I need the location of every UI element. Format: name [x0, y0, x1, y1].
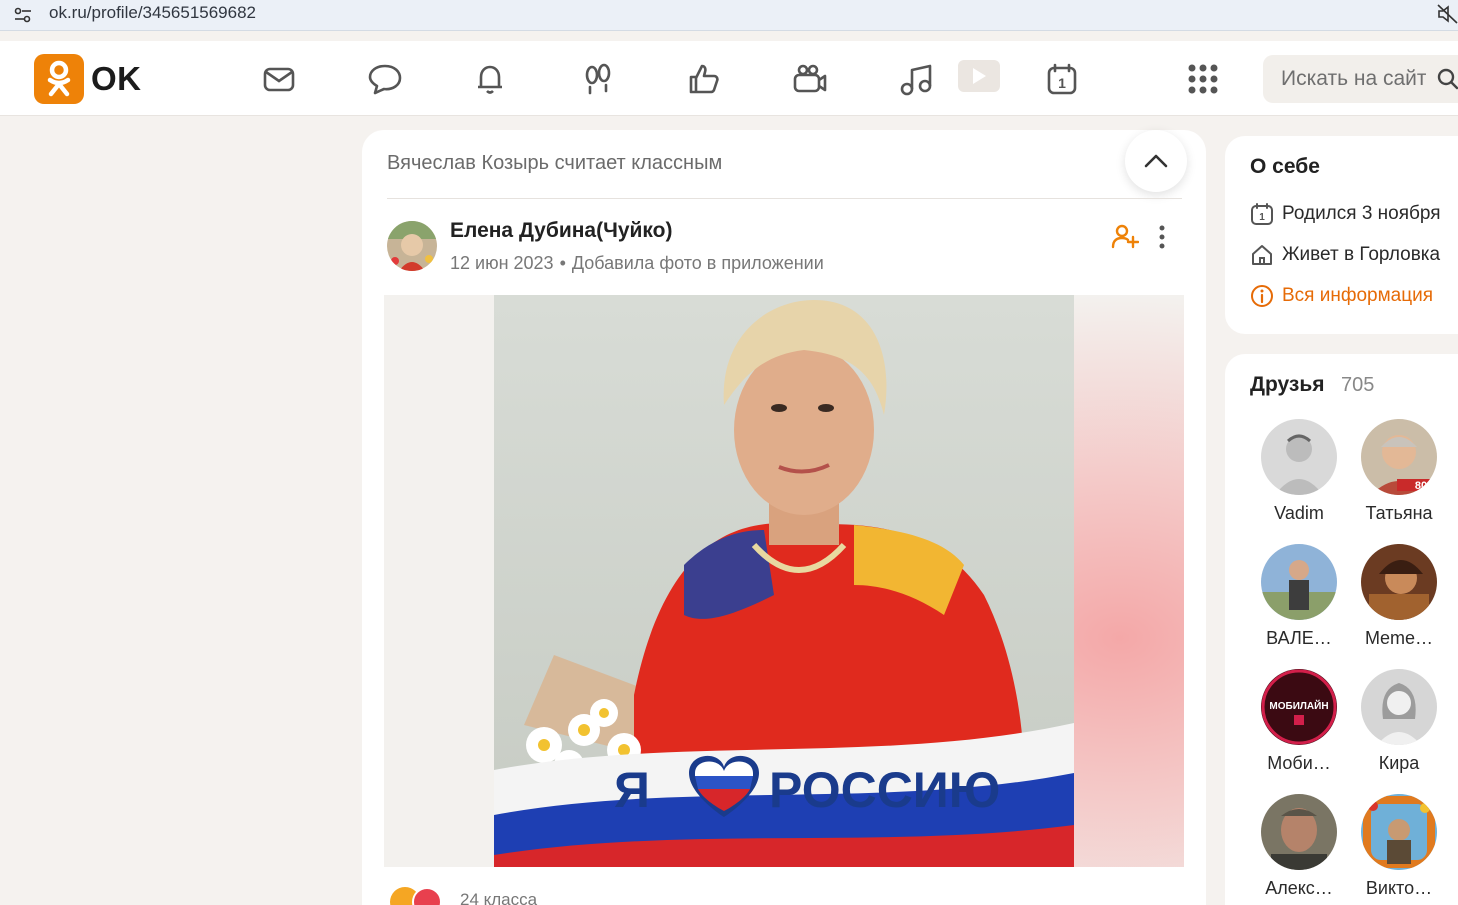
- ok-logo[interactable]: [34, 54, 84, 104]
- post-author-name[interactable]: Елена Дубина(Чуйко): [450, 219, 672, 243]
- author-avatar-image: [387, 221, 437, 271]
- search-input[interactable]: [1281, 64, 1426, 94]
- feed-post-card: Вячеслав Козырь считает классным Елена Д…: [362, 130, 1206, 905]
- play-icon: [973, 68, 986, 84]
- friends-card: Друзья 705 Vadim 80 Татьяна ВАЛЕ… Meme… …: [1225, 354, 1458, 905]
- browser-address-bar[interactable]: ok.ru/profile/345651569682: [0, 0, 1458, 31]
- calendar-icon: 1: [1047, 63, 1077, 95]
- nav-music[interactable]: [896, 59, 936, 99]
- site-settings-icon[interactable]: [14, 7, 32, 23]
- friend-name: ВАЛЕ…: [1266, 628, 1332, 648]
- about-calendar-day: 1: [1259, 212, 1265, 223]
- about-birthday-row: 1 Родился 3 ноября: [1250, 201, 1441, 227]
- heart-reaction-icon: [412, 887, 442, 905]
- friend-badge: 80: [1415, 480, 1427, 492]
- post-photo[interactable]: Я РОССИЮ: [384, 295, 1184, 867]
- guests-icon: [585, 63, 611, 95]
- friend-name: Викто…: [1365, 878, 1433, 898]
- logo-text[interactable]: OK: [91, 60, 142, 98]
- about-all-info-link[interactable]: Вся информация: [1250, 283, 1433, 309]
- apps-grid-icon: [1188, 64, 1218, 94]
- friend-name: Кира: [1378, 753, 1420, 773]
- liked-by-text[interactable]: Вячеслав Козырь считает классным: [387, 152, 722, 175]
- about-birthday: Родился 3 ноября: [1282, 203, 1441, 224]
- collapse-button[interactable]: [1125, 130, 1187, 192]
- mail-icon: [263, 67, 295, 92]
- friend-avatar: МОБИЛАЙН: [1261, 669, 1337, 745]
- friend-item[interactable]: Кира: [1351, 669, 1447, 774]
- about-title: О себе: [1250, 155, 1320, 178]
- post-date[interactable]: 12 июн 2023: [450, 253, 554, 273]
- calendar-icon: 1: [1251, 203, 1273, 225]
- friend-item[interactable]: ВАЛЕ…: [1251, 544, 1347, 649]
- friend-item[interactable]: Vadim: [1251, 419, 1347, 524]
- nav-video[interactable]: [790, 59, 830, 99]
- url-text[interactable]: ok.ru/profile/345651569682: [49, 3, 256, 23]
- photo-caption-left: Я: [614, 762, 650, 818]
- bell-icon: [478, 65, 502, 94]
- friend-avatar: [1361, 544, 1437, 620]
- home-icon: [1252, 245, 1272, 265]
- friend-item[interactable]: Алекс…: [1251, 794, 1347, 899]
- about-location: Живет в Горловка: [1282, 244, 1441, 265]
- friend-item[interactable]: 80 Татьяна: [1351, 419, 1447, 524]
- friend-item[interactable]: МОБИЛАЙН Моби…: [1251, 669, 1347, 774]
- post-meta: 12 июн 2023 • Добавила фото в приложении: [450, 253, 824, 274]
- info-icon: [1251, 285, 1273, 307]
- nav-live-video[interactable]: [958, 60, 1000, 92]
- about-location-row: Живет в Горловка: [1250, 242, 1440, 268]
- search-box[interactable]: [1263, 55, 1458, 103]
- music-icon: [900, 64, 932, 96]
- nav-guests[interactable]: [578, 59, 618, 99]
- photo-caption-right: РОССИЮ: [769, 762, 1000, 818]
- nav-messages[interactable]: [259, 59, 299, 99]
- friend-item[interactable]: Meme…: [1351, 544, 1447, 649]
- ok-logo-icon: [47, 60, 71, 97]
- more-options-icon[interactable]: [1152, 223, 1172, 251]
- chat-icon: [368, 64, 402, 95]
- friends-title[interactable]: Друзья: [1250, 373, 1325, 397]
- chevron-up-icon: [1144, 154, 1168, 168]
- nav-discussions[interactable]: [365, 59, 405, 99]
- friend-avatar: [1261, 544, 1337, 620]
- friend-name: Meme…: [1364, 628, 1433, 648]
- reactions-count[interactable]: 24 класса: [460, 890, 537, 905]
- nav-events[interactable]: [684, 59, 724, 99]
- friend-avatar: [1261, 419, 1337, 495]
- meta-separator: •: [559, 253, 566, 273]
- friend-avatar: 80: [1361, 419, 1437, 495]
- friend-avatar: [1261, 794, 1337, 870]
- calendar-day: 1: [1058, 75, 1066, 91]
- author-avatar[interactable]: [387, 221, 437, 271]
- post-action: Добавила фото в приложении: [571, 253, 824, 273]
- post-photo-image: Я РОССИЮ: [384, 295, 1184, 867]
- friend-name: Алекс…: [1265, 878, 1333, 898]
- friend-logo-text: МОБИЛАЙН: [1269, 699, 1328, 712]
- video-icon: [793, 64, 827, 93]
- friend-name: Моби…: [1267, 753, 1331, 773]
- friend-item[interactable]: Викто…: [1351, 794, 1447, 899]
- nav-apps[interactable]: [1183, 59, 1223, 99]
- add-friend-icon[interactable]: [1111, 223, 1139, 251]
- search-icon[interactable]: [1437, 68, 1458, 90]
- friends-count: 705: [1341, 374, 1375, 396]
- friend-name: Vadim: [1274, 503, 1324, 523]
- all-info-label[interactable]: Вся информация: [1282, 285, 1433, 307]
- friend-avatar: [1361, 669, 1437, 745]
- tab-muted-icon[interactable]: [1437, 4, 1458, 24]
- friend-avatar: [1361, 794, 1437, 870]
- site-header: OK 1: [0, 41, 1458, 116]
- nav-notifications[interactable]: [470, 59, 510, 99]
- likes-icon: [689, 64, 719, 94]
- nav-calendar[interactable]: 1: [1042, 59, 1082, 99]
- divider: [387, 198, 1182, 199]
- friend-name: Татьяна: [1365, 503, 1433, 523]
- about-card: О себе 1 Родился 3 ноября Живет в Горлов…: [1225, 136, 1458, 334]
